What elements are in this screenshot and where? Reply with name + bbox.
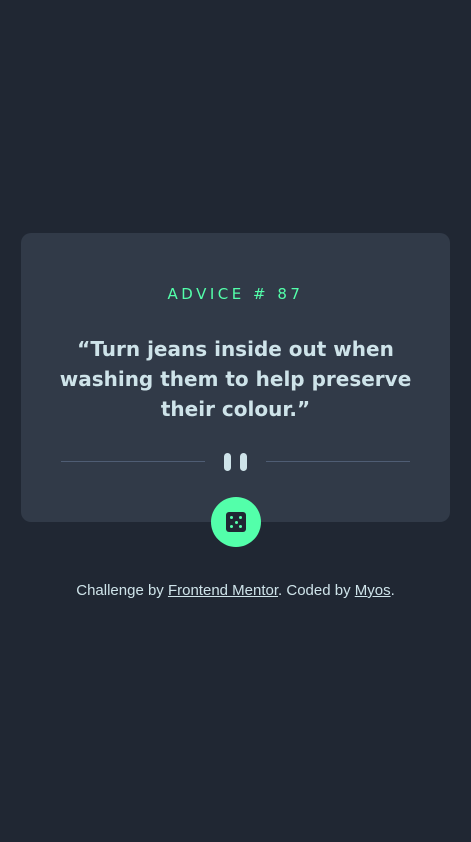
advice-quote: “Turn jeans inside out when washing them… — [59, 337, 412, 421]
frontend-mentor-link[interactable]: Frontend Mentor — [168, 582, 278, 599]
advice-id-label: ADVICE # 87 — [167, 285, 304, 303]
dice-icon — [226, 512, 246, 532]
attribution-middle: . Coded by — [278, 582, 355, 599]
pause-bar-left — [224, 453, 231, 471]
attribution-prefix: Challenge by — [76, 582, 168, 599]
advice-card: ADVICE # 87 “Turn jeans inside out when … — [21, 233, 450, 522]
divider — [61, 453, 410, 471]
pause-icon — [224, 453, 248, 471]
pause-bar-right — [240, 453, 247, 471]
generate-advice-button[interactable] — [211, 497, 261, 547]
divider-line-left — [61, 461, 205, 462]
author-link[interactable]: Myos — [355, 582, 391, 599]
divider-line-right — [266, 461, 410, 462]
attribution-suffix: . — [390, 582, 395, 599]
attribution: Challenge by Frontend Mentor. Coded by M… — [0, 582, 471, 599]
